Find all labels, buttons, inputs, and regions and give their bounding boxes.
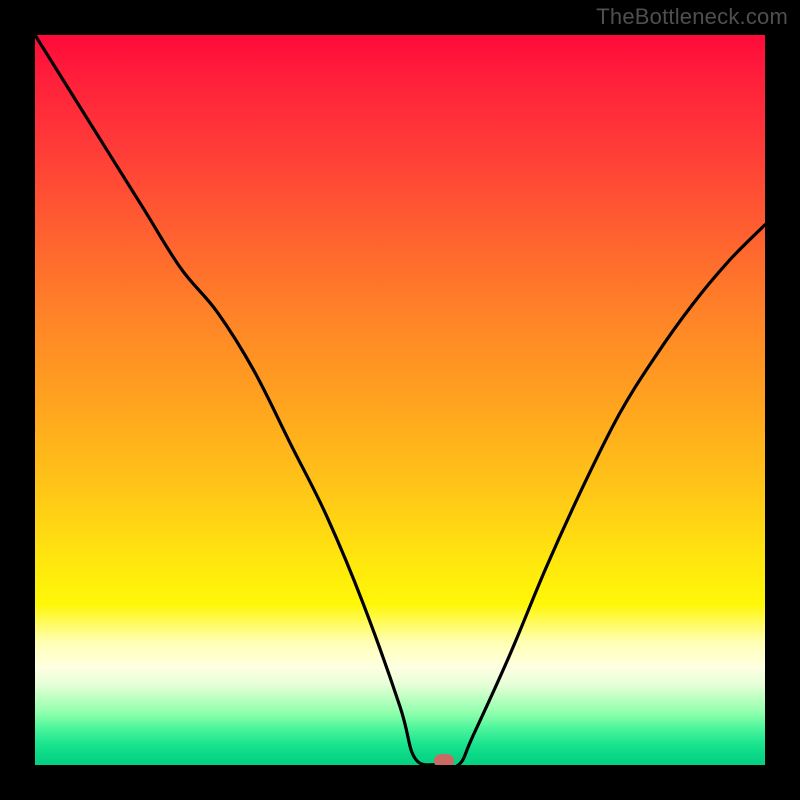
optimal-point-marker: [434, 754, 454, 765]
chart-frame: TheBottleneck.com: [0, 0, 800, 800]
bottleneck-curve: [35, 35, 765, 765]
watermark-text: TheBottleneck.com: [596, 4, 788, 30]
plot-area: [35, 35, 765, 765]
